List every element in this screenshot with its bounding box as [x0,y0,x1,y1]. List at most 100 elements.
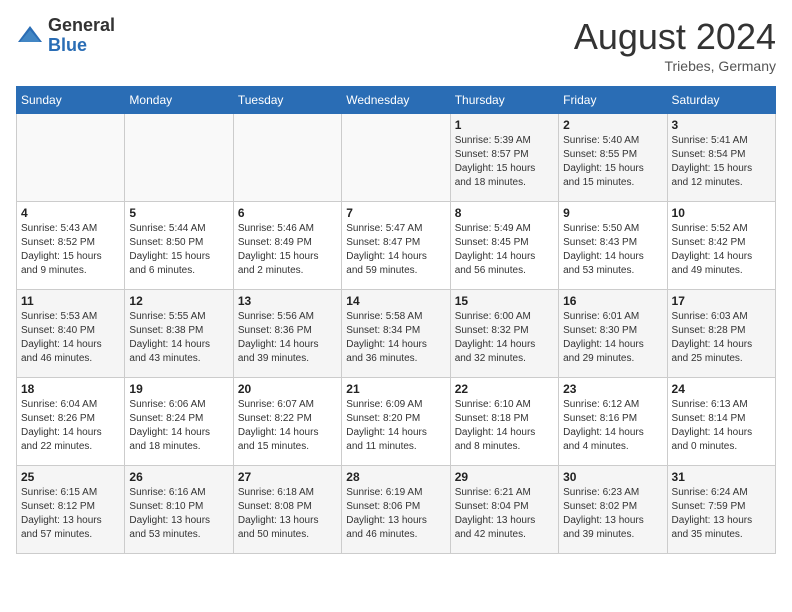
title-block: August 2024 Triebes, Germany [574,16,776,74]
day-number: 29 [455,470,554,484]
day-info: Sunrise: 6:15 AMSunset: 8:12 PMDaylight:… [21,486,120,542]
day-number: 23 [563,382,662,396]
table-row: 6Sunrise: 5:46 AMSunset: 8:49 PMDaylight… [233,202,341,290]
table-row: 28 Sunrise: 6:19 AMSunset: 8:06 PMDayligh… [342,466,450,554]
table-row: 1 Sunrise: 5:39 AMSunset: 8:57 PMDaylight… [450,114,558,202]
table-row: 15Sunrise: 6:00 AMSunset: 8:32 PMDayligh… [450,290,558,378]
day-info: Sunrise: 6:16 AMSunset: 8:10 PMDaylight:… [129,486,228,542]
table-row: 7Sunrise: 5:47 AMSunset: 8:47 PMDaylight… [342,202,450,290]
day-info: Sunrise: 5:55 AMSunset: 8:38 PMDaylight:… [129,310,228,366]
day-number: 3 [672,118,771,132]
day-info: Sunrise: 5:49 AMSunset: 8:45 PMDaylight:… [455,222,554,278]
day-number: 4 [21,206,120,220]
table-row: 31 Sunrise: 6:24 AMSunset: 7:59 PMDayligh… [667,466,775,554]
day-number: 12 [129,294,228,308]
day-number: 27 [238,470,337,484]
calendar-week-4: 18 Sunrise: 6:04 AMSunset: 8:26 PMDayligh… [17,378,776,466]
day-info: Sunrise: 6:04 AMSunset: 8:26 PMDaylight:… [21,398,120,454]
day-info: Sunrise: 5:53 AMSunset: 8:40 PMDaylight:… [21,310,120,366]
weekday-header-row: SundayMondayTuesdayWednesdayThursdayFrid… [17,87,776,114]
table-row: 5 Sunrise: 5:44 AMSunset: 8:50 PMDaylight… [125,202,233,290]
table-row: 20Sunrise: 6:07 AMSunset: 8:22 PMDayligh… [233,378,341,466]
table-row: 11 Sunrise: 5:53 AMSunset: 8:40 PMDayligh… [17,290,125,378]
day-number: 15 [455,294,554,308]
table-row: 2 Sunrise: 5:40 AMSunset: 8:55 PMDaylight… [559,114,667,202]
day-number: 11 [21,294,120,308]
day-info: Sunrise: 5:41 AMSunset: 8:54 PMDaylight:… [672,134,771,190]
day-info: Sunrise: 5:44 AMSunset: 8:50 PMDaylight:… [129,222,228,278]
day-info: Sunrise: 6:24 AMSunset: 7:59 PMDaylight:… [672,486,771,542]
day-info: Sunrise: 5:47 AMSunset: 8:47 PMDaylight:… [346,222,445,278]
table-row [125,114,233,202]
logo-blue: Blue [48,36,115,56]
weekday-header-thursday: Thursday [450,87,558,114]
day-number: 16 [563,294,662,308]
day-number: 25 [21,470,120,484]
table-row: 18 Sunrise: 6:04 AMSunset: 8:26 PMDayligh… [17,378,125,466]
logo-text: General Blue [48,16,115,56]
month-title: August 2024 [574,16,776,58]
weekday-header-wednesday: Wednesday [342,87,450,114]
day-info: Sunrise: 6:03 AMSunset: 8:28 PMDaylight:… [672,310,771,366]
table-row: 10 Sunrise: 5:52 AMSunset: 8:42 PMDayligh… [667,202,775,290]
day-number: 26 [129,470,228,484]
day-number: 6 [238,206,337,220]
page-header: General Blue August 2024 Triebes, German… [16,16,776,74]
table-row: 14Sunrise: 5:58 AMSunset: 8:34 PMDayligh… [342,290,450,378]
calendar-week-2: 4 Sunrise: 5:43 AMSunset: 8:52 PMDaylight… [17,202,776,290]
weekday-header-saturday: Saturday [667,87,775,114]
day-number: 22 [455,382,554,396]
calendar-table: SundayMondayTuesdayWednesdayThursdayFrid… [16,86,776,554]
day-info: Sunrise: 5:39 AMSunset: 8:57 PMDaylight:… [455,134,554,190]
logo-general: General [48,16,115,36]
day-number: 24 [672,382,771,396]
table-row: 23 Sunrise: 6:12 AMSunset: 8:16 PMDayligh… [559,378,667,466]
day-info: Sunrise: 6:21 AMSunset: 8:04 PMDaylight:… [455,486,554,542]
day-number: 31 [672,470,771,484]
day-info: Sunrise: 6:01 AMSunset: 8:30 PMDaylight:… [563,310,662,366]
day-number: 8 [455,206,554,220]
day-number: 2 [563,118,662,132]
table-row: 12 Sunrise: 5:55 AMSunset: 8:38 PMDayligh… [125,290,233,378]
table-row: 27Sunrise: 6:18 AMSunset: 8:08 PMDayligh… [233,466,341,554]
day-info: Sunrise: 5:56 AMSunset: 8:36 PMDaylight:… [238,310,337,366]
table-row: 26 Sunrise: 6:16 AMSunset: 8:10 PMDayligh… [125,466,233,554]
table-row: 8 Sunrise: 5:49 AMSunset: 8:45 PMDaylight… [450,202,558,290]
day-info: Sunrise: 5:50 AMSunset: 8:43 PMDaylight:… [563,222,662,278]
day-info: Sunrise: 6:13 AMSunset: 8:14 PMDaylight:… [672,398,771,454]
day-info: Sunrise: 5:40 AMSunset: 8:55 PMDaylight:… [563,134,662,190]
calendar-week-5: 25 Sunrise: 6:15 AMSunset: 8:12 PMDayligh… [17,466,776,554]
weekday-header-tuesday: Tuesday [233,87,341,114]
table-row: 13 Sunrise: 5:56 AMSunset: 8:36 PMDayligh… [233,290,341,378]
logo: General Blue [16,16,115,56]
day-number: 10 [672,206,771,220]
day-number: 14 [346,294,445,308]
day-number: 18 [21,382,120,396]
logo-icon [16,22,44,50]
day-number: 21 [346,382,445,396]
day-number: 13 [238,294,337,308]
table-row: 3 Sunrise: 5:41 AMSunset: 8:54 PMDaylight… [667,114,775,202]
day-number: 5 [129,206,228,220]
table-row [233,114,341,202]
day-number: 1 [455,118,554,132]
table-row: 19Sunrise: 6:06 AMSunset: 8:24 PMDayligh… [125,378,233,466]
table-row: 17Sunrise: 6:03 AMSunset: 8:28 PMDayligh… [667,290,775,378]
day-info: Sunrise: 5:52 AMSunset: 8:42 PMDaylight:… [672,222,771,278]
table-row: 22 Sunrise: 6:10 AMSunset: 8:18 PMDayligh… [450,378,558,466]
day-number: 28 [346,470,445,484]
table-row: 30Sunrise: 6:23 AMSunset: 8:02 PMDayligh… [559,466,667,554]
weekday-header-sunday: Sunday [17,87,125,114]
day-info: Sunrise: 6:06 AMSunset: 8:24 PMDaylight:… [129,398,228,454]
table-row [342,114,450,202]
calendar-week-1: 1 Sunrise: 5:39 AMSunset: 8:57 PMDaylight… [17,114,776,202]
table-row: 29 Sunrise: 6:21 AMSunset: 8:04 PMDayligh… [450,466,558,554]
day-info: Sunrise: 6:12 AMSunset: 8:16 PMDaylight:… [563,398,662,454]
day-number: 30 [563,470,662,484]
day-info: Sunrise: 5:43 AMSunset: 8:52 PMDaylight:… [21,222,120,278]
calendar-week-3: 11 Sunrise: 5:53 AMSunset: 8:40 PMDayligh… [17,290,776,378]
day-info: Sunrise: 6:07 AMSunset: 8:22 PMDaylight:… [238,398,337,454]
day-info: Sunrise: 6:19 AMSunset: 8:06 PMDaylight:… [346,486,445,542]
day-info: Sunrise: 6:10 AMSunset: 8:18 PMDaylight:… [455,398,554,454]
day-number: 9 [563,206,662,220]
